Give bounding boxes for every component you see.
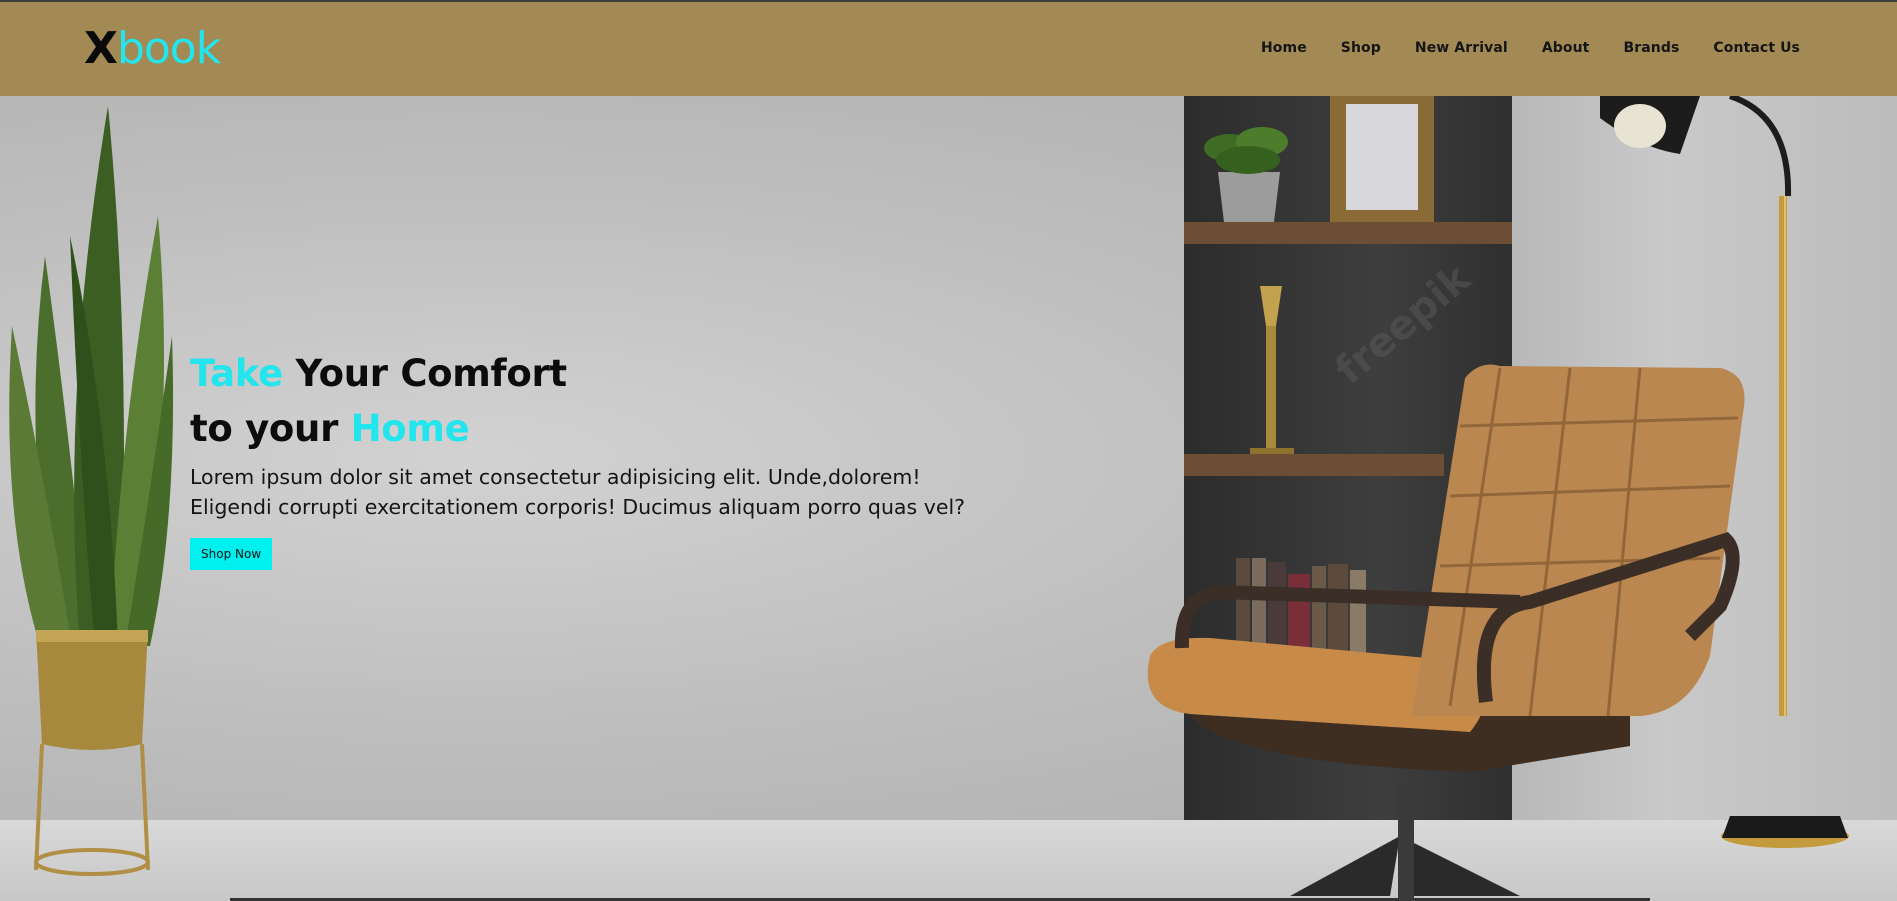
nav-shop[interactable]: Shop — [1341, 40, 1381, 56]
watermark-text: freepik — [1327, 254, 1480, 393]
brass-candle-holder — [1250, 286, 1294, 454]
shelf-top — [1184, 222, 1512, 244]
logo-text: book — [116, 23, 221, 74]
hero-description-line-1: Lorem ipsum dolor sit amet consectetur a… — [190, 465, 921, 489]
nav-brands[interactable]: Brands — [1623, 40, 1679, 56]
nav-contact-us[interactable]: Contact Us — [1713, 40, 1800, 56]
logo-letter: X — [84, 23, 118, 74]
hero-text: Take Your Comfort to your Home Lorem ips… — [190, 346, 970, 570]
shelf-middle — [1184, 454, 1444, 476]
headline-accent-home: Home — [350, 407, 470, 450]
hero-headline: Take Your Comfort to your Home — [190, 346, 970, 456]
picture-frame — [1330, 96, 1434, 222]
headline-rest-1: Your Comfort — [282, 352, 568, 395]
hero-description: Lorem ipsum dolor sit amet consectetur a… — [190, 462, 970, 522]
hero-description-line-2: Eligendi corrupti exercitationem corpori… — [190, 495, 966, 519]
nav-home[interactable]: Home — [1261, 40, 1307, 56]
navbar: Xbook Home Shop New Arrival About Brands… — [0, 2, 1897, 96]
hero-section: freepik Take Your Comfort to your Home L… — [0, 96, 1897, 901]
brass-planter — [34, 630, 150, 876]
site-logo[interactable]: Xbook — [84, 23, 221, 74]
small-potted-plant — [1204, 127, 1288, 222]
snake-plant — [9, 106, 174, 646]
nav-about[interactable]: About — [1542, 40, 1590, 56]
headline-start-2: to your — [190, 407, 351, 450]
headline-accent-take: Take — [190, 352, 283, 395]
nav-new-arrival[interactable]: New Arrival — [1415, 40, 1508, 56]
main-nav: Home Shop New Arrival About Brands Conta… — [1261, 40, 1800, 56]
shop-now-button[interactable]: Shop Now — [190, 538, 273, 570]
